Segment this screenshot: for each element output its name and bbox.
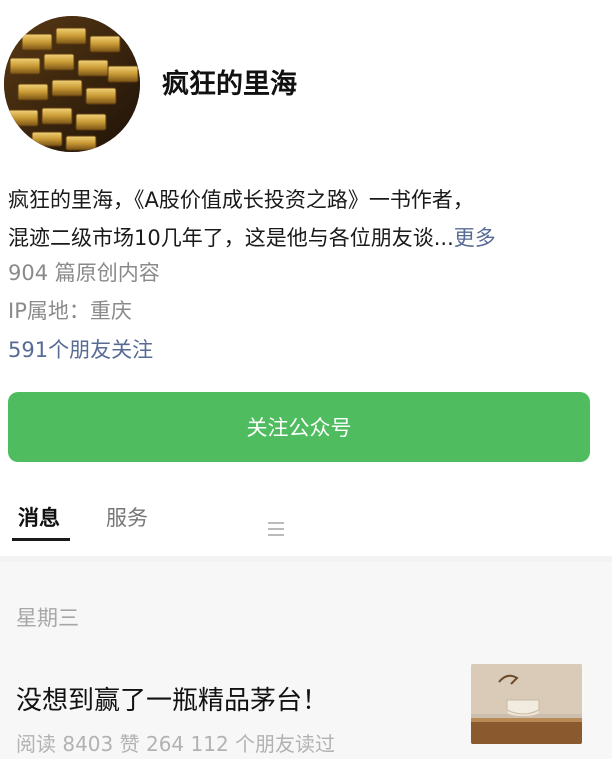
- menu-icon: [268, 522, 284, 536]
- more-link[interactable]: 更多: [454, 226, 496, 250]
- article-thumbnail[interactable]: [471, 664, 582, 744]
- original-count: 904 篇原创内容: [8, 261, 160, 285]
- tab-messages[interactable]: 消息: [18, 502, 60, 532]
- article-stats: 阅读 8403 赞 264 112 个朋友读过: [16, 732, 336, 756]
- description-line-2: 混迹二级市场10几年了，这是他与各位朋友谈...更多: [8, 226, 496, 250]
- tab-services[interactable]: 服务: [106, 502, 284, 536]
- active-tab-indicator: [12, 538, 70, 541]
- account-description: 疯狂的里海，《A股价值成长投资之路》一书作者， 混迹二级市场10几年了，这是他与…: [8, 181, 604, 257]
- avatar[interactable]: [4, 16, 140, 152]
- article-title[interactable]: 没想到赢了一瓶精品茅台！: [16, 680, 328, 717]
- profile-header: 疯狂的里海: [0, 0, 612, 170]
- ip-location: IP属地：重庆: [8, 299, 132, 323]
- friends-following-link[interactable]: 591个朋友关注: [8, 331, 604, 369]
- message-feed: 星期三 没想到赢了一瓶精品茅台！ 阅读 8403 赞 264 112 个朋友读过: [0, 562, 612, 759]
- account-name: 疯狂的里海: [162, 69, 297, 100]
- description-line-1: 疯狂的里海，《A股价值成长投资之路》一书作者，: [8, 188, 474, 212]
- tab-bar: 消息 服务: [0, 490, 612, 546]
- gold-bars-image: [4, 16, 140, 152]
- follow-button[interactable]: 关注公众号: [8, 392, 590, 462]
- day-label: 星期三: [16, 606, 79, 630]
- tea-cup-image: [471, 664, 582, 744]
